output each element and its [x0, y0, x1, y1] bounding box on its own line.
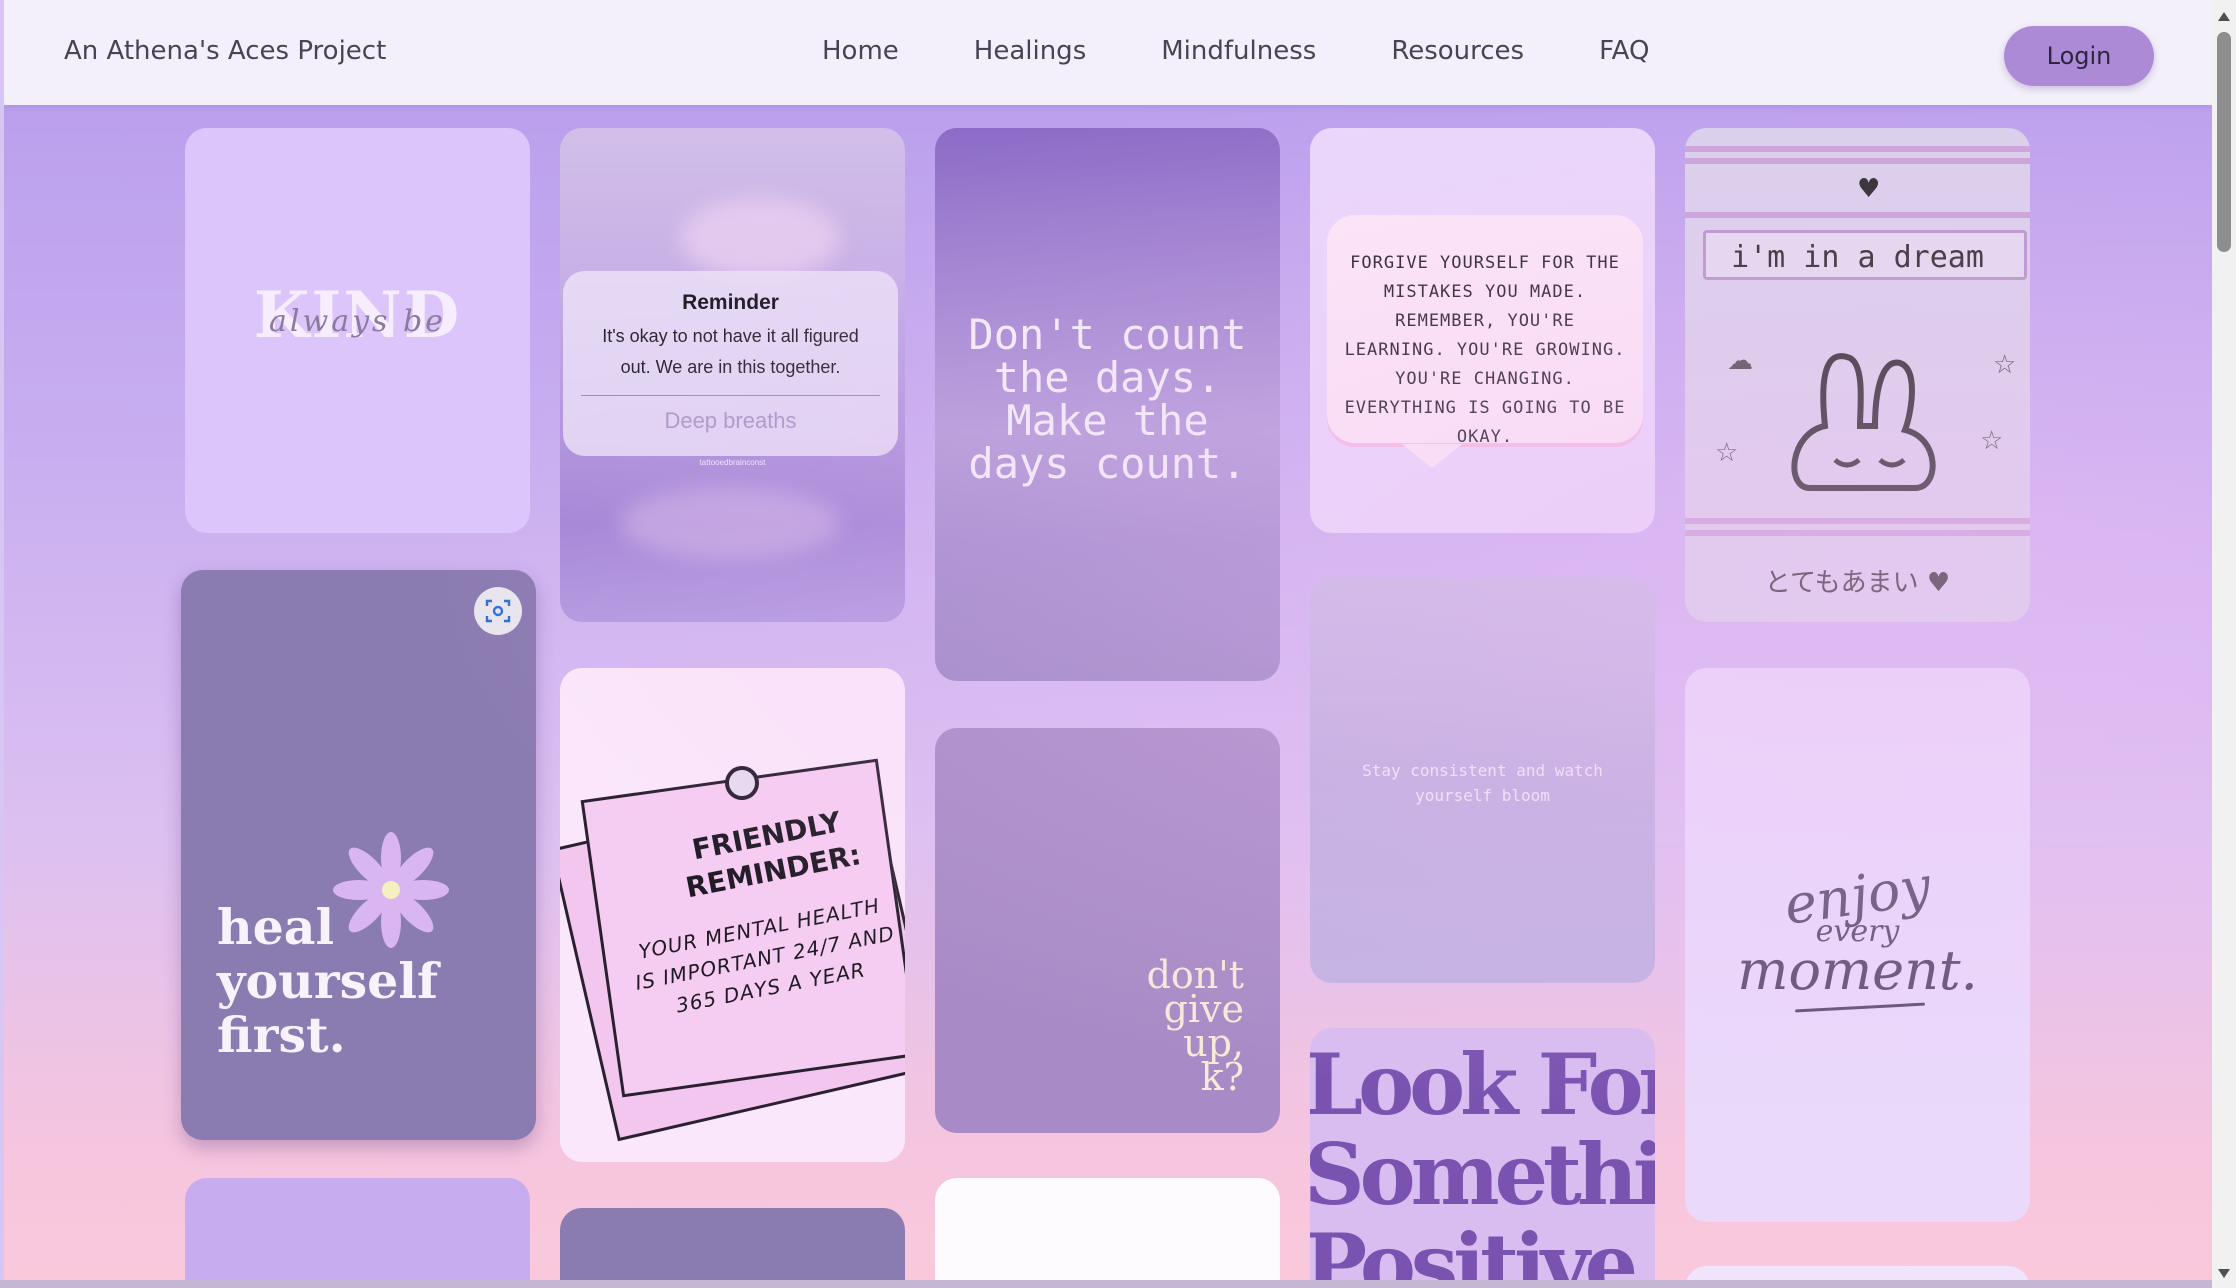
brand-title[interactable]: An Athena's Aces Project [64, 36, 386, 66]
look-line-2: Something [1310, 1125, 1655, 1224]
stripe [1685, 212, 2030, 218]
reminder-notification: Reminder It's okay to not have it all fi… [563, 271, 898, 456]
dream-japanese-text: とてもあまい ♥ [1764, 568, 1951, 598]
window-bottom-edge [0, 1280, 2212, 1288]
reminder-text: It's okay to not have it all figured out… [602, 326, 859, 377]
card-partial[interactable] [935, 1178, 1280, 1280]
heal-line-2: yourself [217, 952, 439, 1010]
star-icon: ☆ [1715, 438, 1739, 468]
heal-line-3: first. [217, 1006, 346, 1064]
card-always-be-kind[interactable]: KIND always be [185, 128, 530, 533]
days-quote: Don't count the days. Make the days coun… [968, 310, 1247, 488]
kind-script: always be [269, 304, 446, 339]
visual-search-icon[interactable] [474, 587, 522, 635]
reminder-credit: tattooedbrainconst [699, 458, 766, 467]
giveup-line-4: k? [1200, 1055, 1244, 1099]
cloud-shape [680, 198, 840, 278]
card-dont-count-the-days[interactable]: Don't count the days. Make the days coun… [935, 128, 1280, 681]
cloud-shape [620, 488, 840, 558]
bloom-quote: Stay consistent and watch yourself bloom [1362, 761, 1603, 805]
heal-quote: heal yourself first. [217, 900, 438, 1062]
dream-text: i'm in a dream [1731, 240, 1984, 275]
card-heal-yourself-first[interactable]: heal yourself first. [181, 570, 536, 1140]
vertical-scrollbar[interactable] [2212, 0, 2236, 1288]
reminder-title: Reminder [682, 291, 779, 314]
reminder-action: Deep breaths [664, 408, 797, 433]
look-line-3: Positive In [1310, 1215, 1655, 1281]
scroll-thumb[interactable] [2217, 32, 2231, 252]
card-forgive-yourself[interactable]: Forgive yourself for the mistakes you ma… [1310, 128, 1655, 533]
card-partial[interactable] [560, 1208, 905, 1280]
look-quote: Look For Something Positive In [1310, 1035, 1655, 1281]
stripe [1685, 518, 2030, 524]
stripe [1685, 146, 2030, 152]
stripe [1685, 530, 2030, 536]
enjoy-line-3: moment. [1737, 939, 1978, 1002]
nav-resources[interactable]: Resources [1391, 36, 1524, 66]
card-in-a-dream[interactable]: ♥ i'm in a dream ☆ ☆ ☆ ☁ とてもあまい ♥ [1685, 128, 2030, 622]
bunny-icon [1791, 353, 1936, 491]
nav-home[interactable]: Home [822, 36, 899, 66]
card-partial[interactable] [1685, 1266, 2030, 1280]
card-reminder[interactable]: Reminder It's okay to not have it all fi… [560, 128, 905, 622]
card-enjoy-every-moment[interactable]: enjoy every moment. [1685, 668, 2030, 1222]
heart-icon: ♥ [1857, 174, 1881, 204]
reminder-divider [581, 395, 880, 396]
stripe [1685, 158, 2030, 164]
underline-stroke [1795, 1002, 1925, 1013]
scroll-down-arrow-icon[interactable] [2218, 1269, 2230, 1278]
browser-viewport: An Athena's Aces Project Home Healings M… [4, 0, 2212, 1280]
nav-mindfulness[interactable]: Mindfulness [1161, 36, 1316, 66]
card-dont-give-up[interactable]: don't give up, k? [935, 728, 1280, 1133]
login-button[interactable]: Login [2004, 26, 2154, 86]
speech-bubble-tail [1402, 444, 1462, 468]
card-friendly-reminder[interactable]: FRIENDLY REMINDER: YOUR MENTAL HEALTH IS… [560, 668, 905, 1162]
look-line-1: Look For [1310, 1035, 1655, 1134]
enjoy-quote: enjoy every moment. [1685, 854, 2030, 1002]
card-stay-consistent[interactable]: Stay consistent and watch yourself bloom [1310, 578, 1655, 983]
nav-healings[interactable]: Healings [974, 36, 1086, 66]
giveup-quote: don't give up, k? [1147, 956, 1244, 1099]
nav-faq[interactable]: FAQ [1599, 36, 1649, 66]
cloud-icon: ☁ [1727, 346, 1753, 376]
forgive-quote: Forgive yourself for the mistakes you ma… [1344, 253, 1626, 447]
top-navbar: An Athena's Aces Project Home Healings M… [4, 0, 2212, 105]
scroll-up-arrow-icon[interactable] [2218, 12, 2230, 21]
star-icon: ☆ [1980, 426, 2004, 456]
star-icon: ☆ [1993, 350, 2017, 380]
heal-line-1: heal [217, 898, 335, 956]
main-nav: Home Healings Mindfulness Resources FAQ [822, 36, 1724, 66]
card-partial[interactable] [185, 1178, 530, 1280]
speech-bubble: Forgive yourself for the mistakes you ma… [1327, 215, 1643, 447]
card-look-for-something-positive[interactable]: Look For Something Positive In [1310, 1028, 1655, 1280]
